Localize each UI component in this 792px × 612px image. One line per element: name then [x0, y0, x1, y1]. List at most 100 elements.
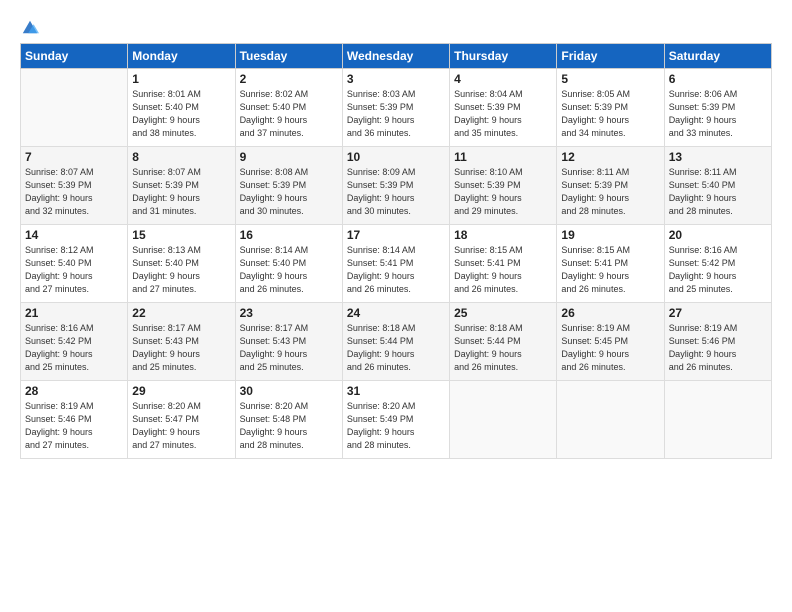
day-number: 5: [561, 72, 659, 86]
calendar-cell: 26 Sunrise: 8:19 AM Sunset: 5:45 PM Dayli…: [557, 303, 664, 381]
calendar-cell: 25 Sunrise: 8:18 AM Sunset: 5:44 PM Dayli…: [450, 303, 557, 381]
day-number: 26: [561, 306, 659, 320]
calendar-cell: 31 Sunrise: 8:20 AM Sunset: 5:49 PM Dayli…: [342, 381, 449, 459]
calendar-cell: 22 Sunrise: 8:17 AM Sunset: 5:43 PM Dayli…: [128, 303, 235, 381]
day-info: Sunrise: 8:02 AM Sunset: 5:40 PM Dayligh…: [240, 88, 338, 140]
day-info: Sunrise: 8:08 AM Sunset: 5:39 PM Dayligh…: [240, 166, 338, 218]
day-info: Sunrise: 8:07 AM Sunset: 5:39 PM Dayligh…: [25, 166, 123, 218]
calendar-cell: 19 Sunrise: 8:15 AM Sunset: 5:41 PM Dayli…: [557, 225, 664, 303]
calendar-cell: 9 Sunrise: 8:08 AM Sunset: 5:39 PM Daylig…: [235, 147, 342, 225]
calendar-cell: 6 Sunrise: 8:06 AM Sunset: 5:39 PM Daylig…: [664, 69, 771, 147]
day-number: 11: [454, 150, 552, 164]
day-of-week-header: Wednesday: [342, 44, 449, 69]
day-info: Sunrise: 8:14 AM Sunset: 5:41 PM Dayligh…: [347, 244, 445, 296]
calendar-cell: 8 Sunrise: 8:07 AM Sunset: 5:39 PM Daylig…: [128, 147, 235, 225]
calendar-cell: 10Sunrise: 8:09 AM Sunset: 5:39 PM Dayli…: [342, 147, 449, 225]
calendar-cell: 4 Sunrise: 8:04 AM Sunset: 5:39 PM Daylig…: [450, 69, 557, 147]
day-of-week-header: Monday: [128, 44, 235, 69]
calendar-cell: 28 Sunrise: 8:19 AM Sunset: 5:46 PM Dayli…: [21, 381, 128, 459]
calendar-week: 7 Sunrise: 8:07 AM Sunset: 5:39 PM Daylig…: [21, 147, 772, 225]
calendar-cell: 21 Sunrise: 8:16 AM Sunset: 5:42 PM Dayli…: [21, 303, 128, 381]
day-number: 20: [669, 228, 767, 242]
day-number: 4: [454, 72, 552, 86]
day-info: Sunrise: 8:13 AM Sunset: 5:40 PM Dayligh…: [132, 244, 230, 296]
day-of-week-header: Tuesday: [235, 44, 342, 69]
calendar-cell: 29 Sunrise: 8:20 AM Sunset: 5:47 PM Dayli…: [128, 381, 235, 459]
header: [20, 18, 772, 33]
calendar-cell: 3 Sunrise: 8:03 AM Sunset: 5:39 PM Daylig…: [342, 69, 449, 147]
day-info: Sunrise: 8:19 AM Sunset: 5:45 PM Dayligh…: [561, 322, 659, 374]
day-info: Sunrise: 8:19 AM Sunset: 5:46 PM Dayligh…: [25, 400, 123, 452]
day-number: 23: [240, 306, 338, 320]
day-number: 15: [132, 228, 230, 242]
calendar-cell: 2 Sunrise: 8:02 AM Sunset: 5:40 PM Daylig…: [235, 69, 342, 147]
day-number: 24: [347, 306, 445, 320]
day-info: Sunrise: 8:04 AM Sunset: 5:39 PM Dayligh…: [454, 88, 552, 140]
day-number: 2: [240, 72, 338, 86]
day-number: 18: [454, 228, 552, 242]
day-info: Sunrise: 8:15 AM Sunset: 5:41 PM Dayligh…: [454, 244, 552, 296]
day-number: 31: [347, 384, 445, 398]
day-of-week-header: Thursday: [450, 44, 557, 69]
calendar-cell: 14 Sunrise: 8:12 AM Sunset: 5:40 PM Dayli…: [21, 225, 128, 303]
day-number: 22: [132, 306, 230, 320]
day-number: 30: [240, 384, 338, 398]
day-info: Sunrise: 8:18 AM Sunset: 5:44 PM Dayligh…: [454, 322, 552, 374]
calendar-cell: 18 Sunrise: 8:15 AM Sunset: 5:41 PM Dayli…: [450, 225, 557, 303]
day-info: Sunrise: 8:18 AM Sunset: 5:44 PM Dayligh…: [347, 322, 445, 374]
day-info: Sunrise: 8:10 AM Sunset: 5:39 PM Dayligh…: [454, 166, 552, 218]
day-number: 16: [240, 228, 338, 242]
calendar-cell: 20 Sunrise: 8:16 AM Sunset: 5:42 PM Dayli…: [664, 225, 771, 303]
logo: [20, 18, 39, 33]
day-number: 14: [25, 228, 123, 242]
day-info: Sunrise: 8:07 AM Sunset: 5:39 PM Dayligh…: [132, 166, 230, 218]
calendar-cell: 11 Sunrise: 8:10 AM Sunset: 5:39 PM Dayli…: [450, 147, 557, 225]
day-number: 19: [561, 228, 659, 242]
day-number: 25: [454, 306, 552, 320]
day-of-week-row: SundayMondayTuesdayWednesdayThursdayFrid…: [21, 44, 772, 69]
day-info: Sunrise: 8:12 AM Sunset: 5:40 PM Dayligh…: [25, 244, 123, 296]
calendar-cell: [21, 69, 128, 147]
calendar-cell: 1 Sunrise: 8:01 AM Sunset: 5:40 PM Daylig…: [128, 69, 235, 147]
day-number: 17: [347, 228, 445, 242]
day-number: 29: [132, 384, 230, 398]
day-info: Sunrise: 8:20 AM Sunset: 5:48 PM Dayligh…: [240, 400, 338, 452]
day-number: 1: [132, 72, 230, 86]
calendar: SundayMondayTuesdayWednesdayThursdayFrid…: [20, 43, 772, 459]
day-number: 13: [669, 150, 767, 164]
day-number: 28: [25, 384, 123, 398]
day-number: 8: [132, 150, 230, 164]
day-of-week-header: Saturday: [664, 44, 771, 69]
calendar-body: 1 Sunrise: 8:01 AM Sunset: 5:40 PM Daylig…: [21, 69, 772, 459]
calendar-week: 14 Sunrise: 8:12 AM Sunset: 5:40 PM Dayli…: [21, 225, 772, 303]
day-number: 6: [669, 72, 767, 86]
logo-icon: [21, 18, 39, 36]
calendar-cell: 5Sunrise: 8:05 AM Sunset: 5:39 PM Daylig…: [557, 69, 664, 147]
day-info: Sunrise: 8:11 AM Sunset: 5:39 PM Dayligh…: [561, 166, 659, 218]
day-info: Sunrise: 8:17 AM Sunset: 5:43 PM Dayligh…: [132, 322, 230, 374]
calendar-cell: 12Sunrise: 8:11 AM Sunset: 5:39 PM Dayli…: [557, 147, 664, 225]
day-number: 7: [25, 150, 123, 164]
calendar-cell: 24 Sunrise: 8:18 AM Sunset: 5:44 PM Dayli…: [342, 303, 449, 381]
day-info: Sunrise: 8:01 AM Sunset: 5:40 PM Dayligh…: [132, 88, 230, 140]
day-of-week-header: Friday: [557, 44, 664, 69]
calendar-cell: 27 Sunrise: 8:19 AM Sunset: 5:46 PM Dayli…: [664, 303, 771, 381]
day-info: Sunrise: 8:20 AM Sunset: 5:47 PM Dayligh…: [132, 400, 230, 452]
day-number: 27: [669, 306, 767, 320]
calendar-cell: 23Sunrise: 8:17 AM Sunset: 5:43 PM Dayli…: [235, 303, 342, 381]
day-info: Sunrise: 8:19 AM Sunset: 5:46 PM Dayligh…: [669, 322, 767, 374]
day-info: Sunrise: 8:15 AM Sunset: 5:41 PM Dayligh…: [561, 244, 659, 296]
day-number: 10: [347, 150, 445, 164]
calendar-week: 21 Sunrise: 8:16 AM Sunset: 5:42 PM Dayli…: [21, 303, 772, 381]
day-info: Sunrise: 8:16 AM Sunset: 5:42 PM Dayligh…: [669, 244, 767, 296]
day-info: Sunrise: 8:06 AM Sunset: 5:39 PM Dayligh…: [669, 88, 767, 140]
day-number: 21: [25, 306, 123, 320]
day-info: Sunrise: 8:11 AM Sunset: 5:40 PM Dayligh…: [669, 166, 767, 218]
day-number: 9: [240, 150, 338, 164]
day-info: Sunrise: 8:20 AM Sunset: 5:49 PM Dayligh…: [347, 400, 445, 452]
day-info: Sunrise: 8:16 AM Sunset: 5:42 PM Dayligh…: [25, 322, 123, 374]
calendar-week: 28 Sunrise: 8:19 AM Sunset: 5:46 PM Dayli…: [21, 381, 772, 459]
day-info: Sunrise: 8:03 AM Sunset: 5:39 PM Dayligh…: [347, 88, 445, 140]
calendar-cell: [557, 381, 664, 459]
day-number: 3: [347, 72, 445, 86]
